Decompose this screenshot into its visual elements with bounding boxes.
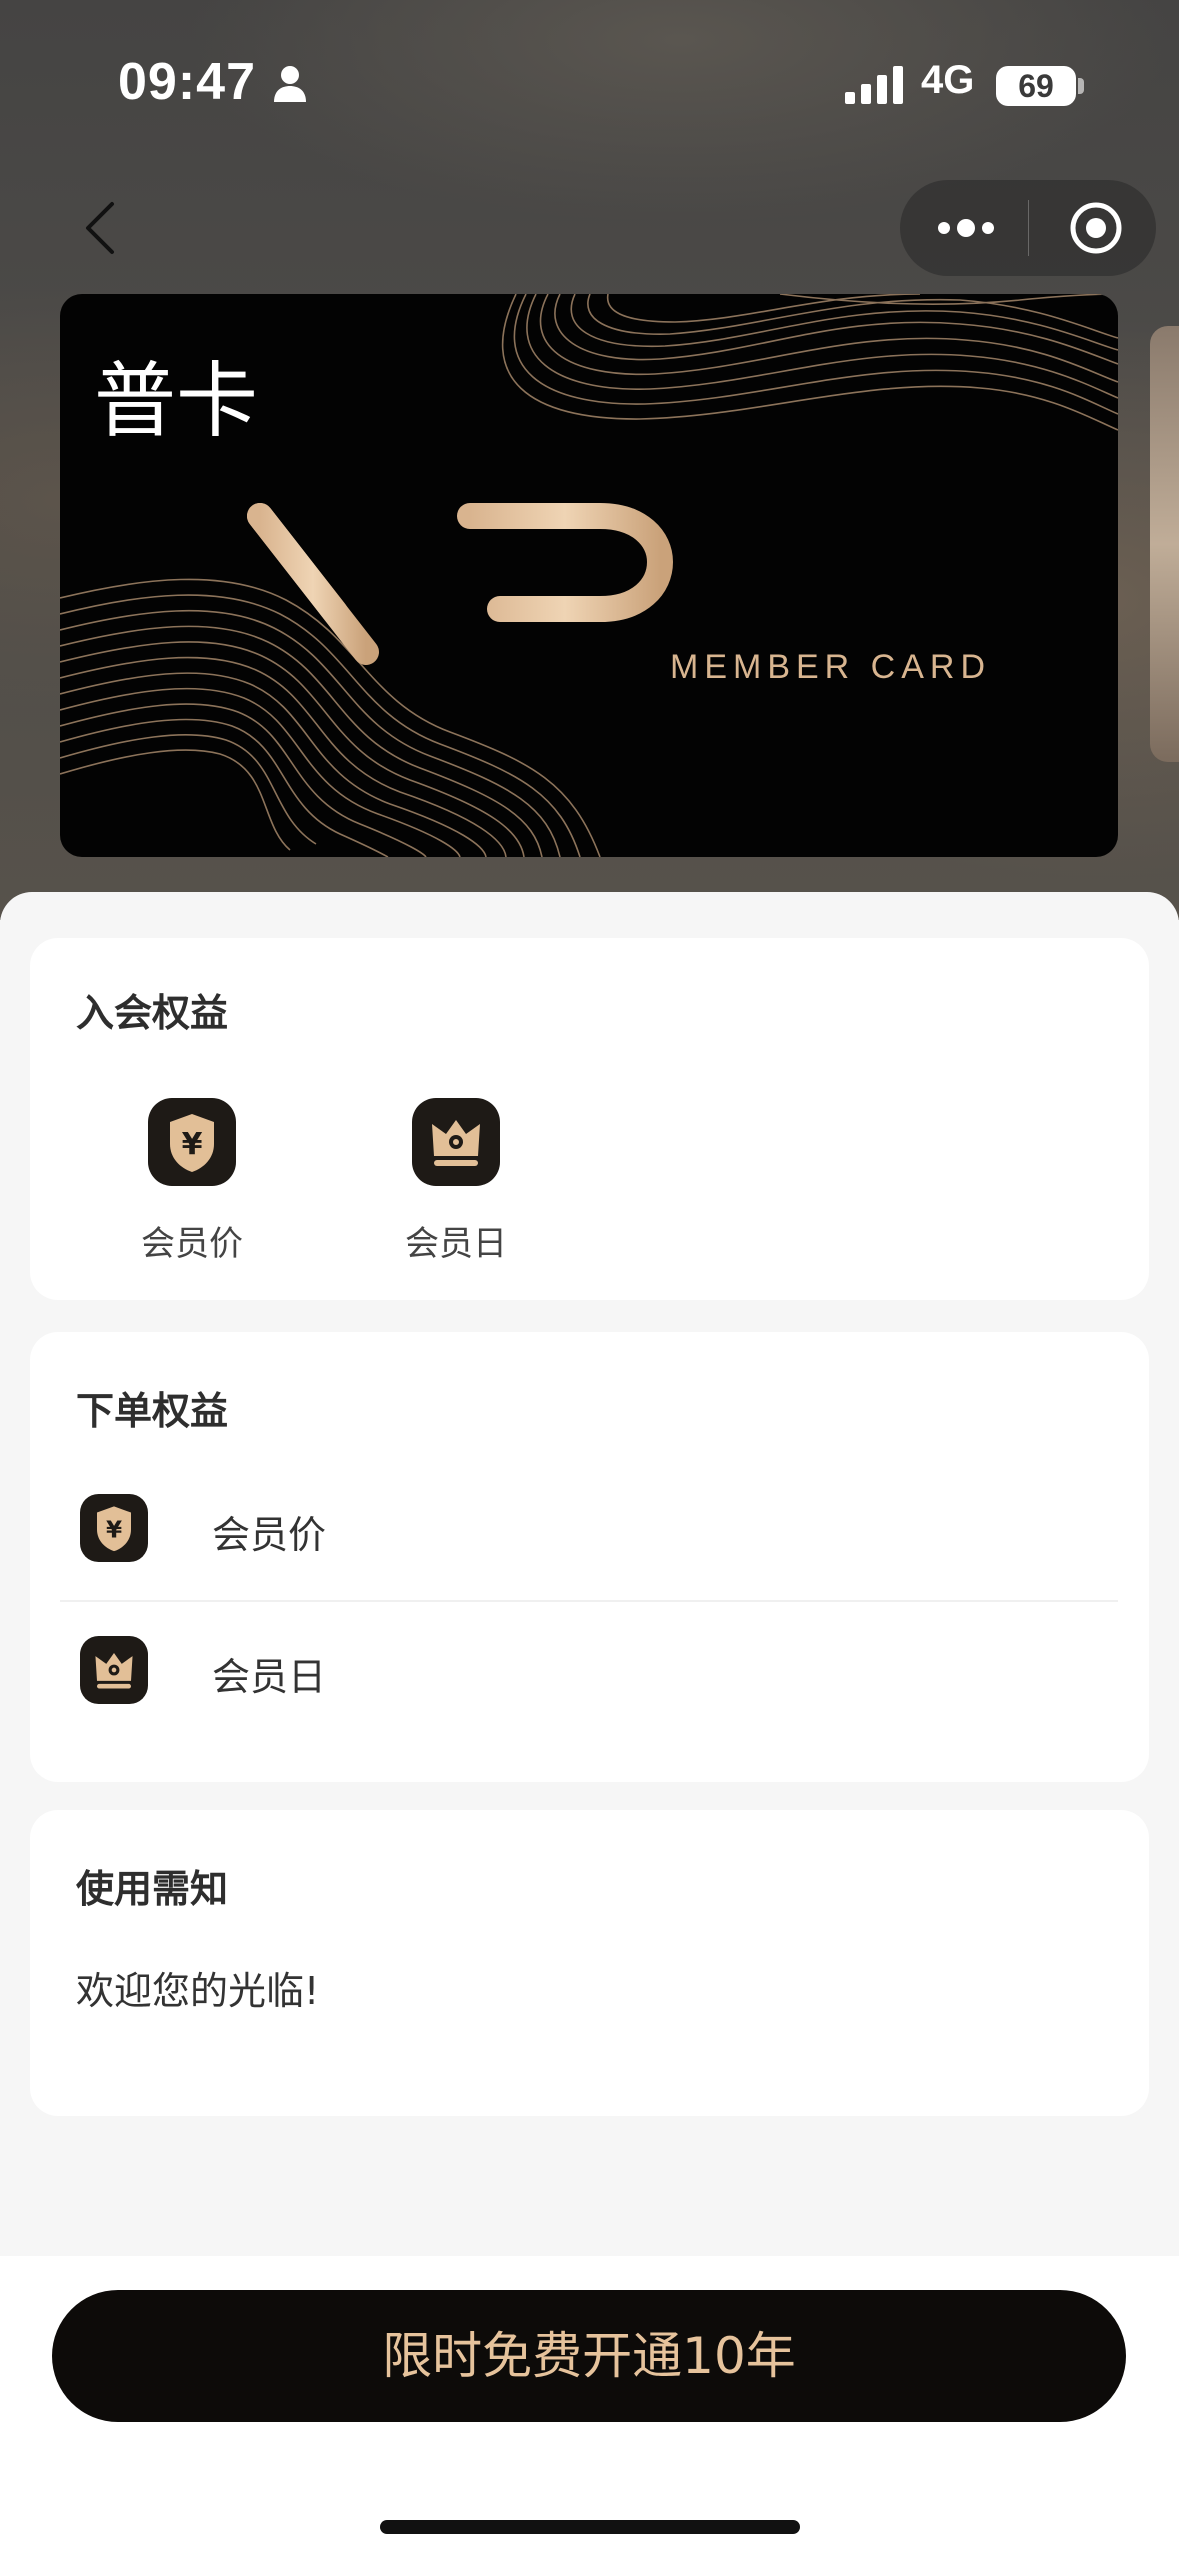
section-title: 下单权益 xyxy=(76,1389,229,1433)
benefit-member-price[interactable]: ¥ 会员价 xyxy=(102,1098,282,1265)
notice-text: 欢迎您的光临! xyxy=(76,1969,320,2013)
card-subtitle: MEMBER CARD xyxy=(670,648,992,686)
card-tier-title: 普卡 xyxy=(94,354,259,449)
section-title: 使用需知 xyxy=(76,1867,229,1911)
mini-program-capsule xyxy=(900,180,1156,276)
crown-icon xyxy=(412,1098,500,1186)
list-item[interactable]: ¥ 会员价 xyxy=(60,1458,1118,1598)
yen-shield-icon: ¥ xyxy=(148,1098,236,1186)
next-card-peek[interactable] xyxy=(1150,326,1179,762)
svg-text:¥: ¥ xyxy=(182,1127,203,1162)
svg-text:¥: ¥ xyxy=(106,1516,122,1543)
person-icon xyxy=(274,66,306,102)
status-time: 09:47 xyxy=(118,53,256,111)
more-dots-icon[interactable] xyxy=(934,208,998,248)
battery-tip xyxy=(1078,78,1084,94)
chevron-left-icon[interactable] xyxy=(76,196,126,260)
yen-shield-icon: ¥ xyxy=(80,1494,148,1562)
benefit-member-day[interactable]: 会员日 xyxy=(366,1098,546,1265)
home-indicator[interactable] xyxy=(380,2520,800,2534)
capsule-divider xyxy=(1028,200,1029,256)
network-label: 4G xyxy=(921,58,975,102)
signal-icon xyxy=(845,66,903,104)
benefit-label: 会员日 xyxy=(405,1224,507,1264)
bottom-action-bar: 限时免费开通10年 xyxy=(0,2256,1179,2556)
crown-icon xyxy=(80,1636,148,1704)
target-circle-icon[interactable] xyxy=(1068,200,1124,256)
activate-membership-button[interactable]: 限时免费开通10年 xyxy=(52,2290,1126,2422)
benefit-label: 会员价 xyxy=(141,1224,243,1264)
vip-member-card[interactable]: 普卡 MEMBER CARD xyxy=(60,294,1118,857)
status-bar: 09:47 4G 69 xyxy=(0,0,1179,170)
join-benefits-section: 入会权益 ¥ 会员价 会员日 xyxy=(30,938,1149,1300)
order-benefits-section: 下单权益 ¥ 会员价 会员日 xyxy=(30,1332,1149,1782)
list-item-label: 会员价 xyxy=(212,1513,327,1557)
list-item-label: 会员日 xyxy=(212,1655,327,1699)
list-item[interactable]: 会员日 xyxy=(60,1600,1118,1740)
battery-indicator: 69 xyxy=(996,66,1076,106)
section-title: 入会权益 xyxy=(76,991,229,1035)
usage-notice-section: 使用需知 欢迎您的光临! xyxy=(30,1810,1149,2116)
